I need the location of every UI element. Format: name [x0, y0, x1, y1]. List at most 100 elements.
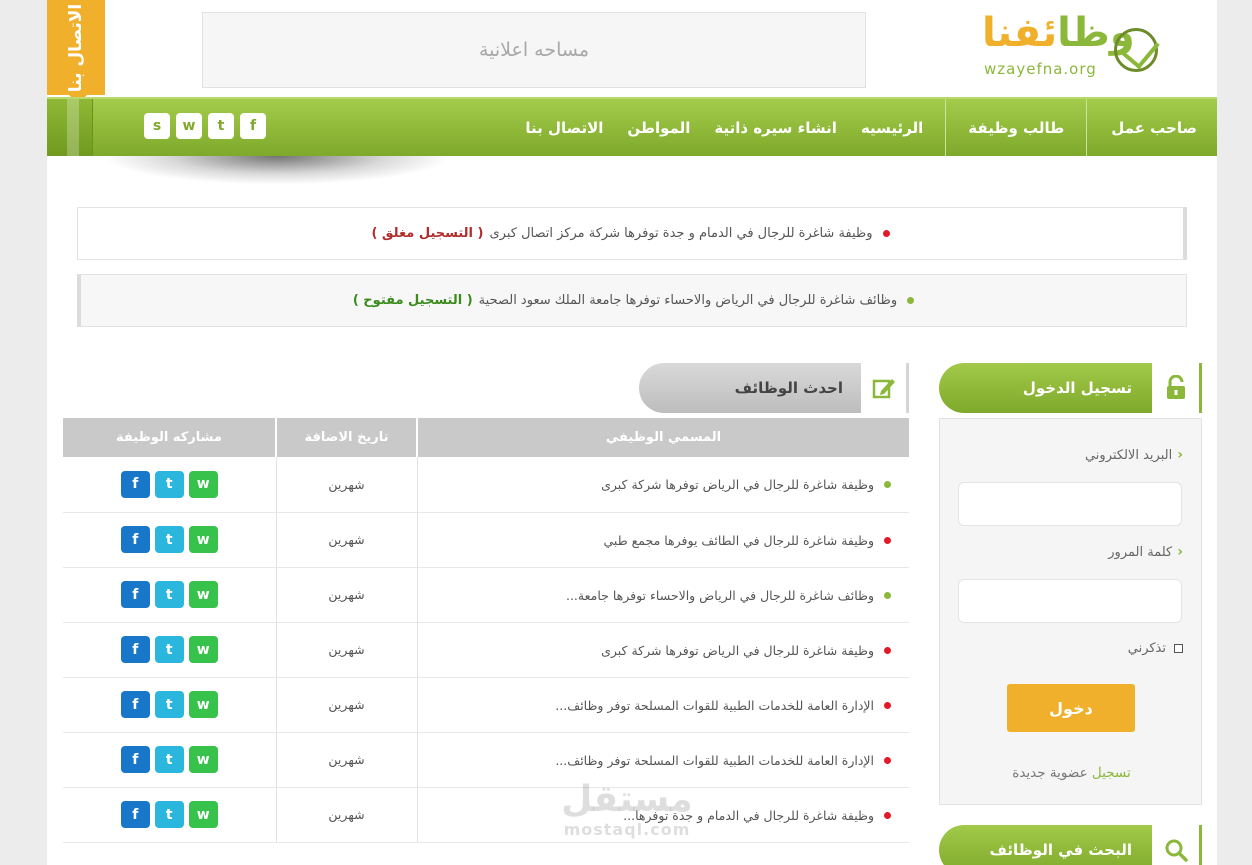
job-date: شهرين: [275, 732, 417, 788]
contact-us-tab-label: الاتصال بنا: [66, 3, 86, 93]
job-search-title: البحث في الوظائف: [939, 825, 1152, 865]
share-buttons: ftw: [120, 470, 218, 498]
nav-item-contact[interactable]: الاتصال بنا: [513, 99, 615, 156]
password-label-text: كلمة المرور: [1108, 544, 1173, 560]
whatsapp-share-icon[interactable]: w: [188, 526, 218, 553]
twitter-share-icon[interactable]: t: [154, 746, 184, 773]
main-nav: f t w s صاحب عمل طالب وظيفة الرئيسيه انش…: [47, 97, 1217, 156]
nav-item-job-seeker[interactable]: طالب وظيفة: [945, 99, 1086, 156]
job-alert[interactable]: وظيفة شاغرة للرجال في الدمام و جدة توفره…: [77, 207, 1187, 260]
snapchat-icon[interactable]: s: [144, 113, 170, 139]
facebook-share-icon[interactable]: f: [120, 636, 150, 663]
job-title[interactable]: وظيفة شاغرة للرجال في الرياض توفرها شركة…: [601, 643, 874, 658]
nav-item-create-cv[interactable]: انشاء سيره ذاتية: [702, 99, 849, 156]
logo-wordmark: وظائفنا: [982, 10, 1135, 56]
email-field[interactable]: [958, 482, 1182, 526]
twitter-share-icon[interactable]: t: [154, 470, 184, 498]
table-row[interactable]: وظيفة شاغرة للرجال في الرياض توفرها شركة…: [63, 622, 909, 678]
password-field[interactable]: [958, 579, 1182, 623]
job-date: شهرين: [275, 457, 417, 513]
table-row[interactable]: وظيفة شاغرة للرجال في الرياض توفرها شركة…: [63, 457, 909, 513]
whatsapp-share-icon[interactable]: w: [188, 691, 218, 718]
job-title[interactable]: وظيفة شاغرة للرجال في الرياض توفرها شركة…: [601, 477, 874, 492]
twitter-icon[interactable]: t: [208, 113, 234, 139]
job-date: شهرين: [275, 622, 417, 678]
remember-me[interactable]: تذكرني: [1128, 641, 1183, 656]
table-header-row: المسمي الوظيفي تاريخ الاضافة مشاركه الوظ…: [63, 418, 909, 457]
twitter-share-icon[interactable]: t: [154, 526, 184, 553]
job-title-cell[interactable]: وظيفة شاغرة للرجال في الرياض توفرها شركة…: [416, 457, 909, 513]
whatsapp-share-icon[interactable]: w: [188, 746, 218, 773]
job-alert[interactable]: وظائف شاغرة للرجال في الرياض والاحساء تو…: [77, 274, 1187, 327]
facebook-icon[interactable]: f: [240, 113, 266, 139]
job-share-cell: ftw: [63, 567, 276, 623]
contact-us-tab[interactable]: الاتصال بنا: [47, 0, 107, 104]
job-title-cell[interactable]: وظائف شاغرة للرجال في الرياض والاحساء تو…: [416, 567, 909, 623]
twitter-share-icon[interactable]: t: [154, 636, 184, 663]
facebook-share-icon[interactable]: f: [120, 691, 150, 718]
share-buttons: ftw: [120, 636, 218, 663]
whatsapp-share-icon[interactable]: w: [188, 636, 218, 663]
whatsapp-share-icon[interactable]: w: [188, 470, 218, 498]
nav-shadow: [107, 156, 447, 184]
ad-banner[interactable]: مساحه اعلانية: [202, 12, 866, 88]
table-row[interactable]: وظيفة شاغرة للرجال في الطائف يوفرها مجمع…: [63, 512, 909, 568]
facebook-share-icon[interactable]: f: [120, 801, 150, 828]
table-row[interactable]: الإدارة العامة للخدمات الطبية للقوات الم…: [63, 677, 909, 733]
remember-me-checkbox[interactable]: [1174, 644, 1183, 653]
status-dot: [884, 646, 891, 654]
nav-item-home[interactable]: الرئيسيه: [849, 99, 945, 156]
job-title[interactable]: الإدارة العامة للخدمات الطبية للقوات الم…: [555, 753, 874, 768]
site-logo[interactable]: وظائفنا wzayefna.org: [982, 10, 1162, 85]
job-title-cell[interactable]: الإدارة العامة للخدمات الطبية للقوات الم…: [416, 677, 909, 733]
table-row[interactable]: وظيفة شاغرة للرجال في الدمام و جدة توفره…: [63, 787, 909, 843]
latest-jobs-body: وظيفة شاغرة للرجال في الرياض توفرها شركة…: [63, 457, 909, 843]
job-title-cell[interactable]: وظيفة شاغرة للرجال في الطائف يوفرها مجمع…: [416, 512, 909, 568]
facebook-share-icon[interactable]: f: [120, 581, 150, 608]
nav-item-employer[interactable]: صاحب عمل: [1086, 99, 1217, 156]
whatsapp-icon[interactable]: w: [176, 113, 202, 139]
facebook-share-icon[interactable]: f: [120, 526, 150, 553]
status-dot: [884, 591, 891, 599]
status-dot: [882, 230, 890, 237]
email-label: ‹ البريد الالكتروني: [1085, 447, 1183, 463]
watermark: مستقل mostaql.com: [547, 779, 707, 840]
register-text: عضوية جديدة: [1012, 765, 1088, 781]
login-button[interactable]: دخول: [1007, 684, 1135, 732]
registration-closed-badge: ( التسجيل مغلق ): [371, 226, 484, 241]
table-row[interactable]: وظائف شاغرة للرجال في الرياض والاحساء تو…: [63, 567, 909, 623]
register-link[interactable]: تسجيل: [1092, 765, 1131, 781]
job-share-cell: ftw: [63, 787, 276, 843]
job-share-cell: ftw: [63, 512, 276, 568]
twitter-share-icon[interactable]: t: [154, 691, 184, 718]
job-share-cell: ftw: [63, 732, 276, 788]
site-header: الاتصال بنا مساحه اعلانية وظائفنا wzayef…: [47, 0, 1217, 104]
search-icon: [1152, 825, 1202, 865]
whatsapp-share-icon[interactable]: w: [188, 801, 218, 828]
job-title-wrap: وظيفة شاغرة للرجال في الرياض توفرها شركة…: [601, 643, 891, 658]
registration-open-badge: ( التسجيل مفتوح ): [352, 293, 473, 308]
job-date: شهرين: [275, 677, 417, 733]
job-title[interactable]: وظائف شاغرة للرجال في الرياض والاحساء تو…: [566, 588, 874, 603]
job-title[interactable]: وظيفة شاغرة للرجال في الطائف يوفرها مجمع…: [604, 533, 874, 548]
nav-item-citizen[interactable]: المواطن: [615, 99, 702, 156]
table-row[interactable]: الإدارة العامة للخدمات الطبية للقوات الم…: [63, 732, 909, 788]
job-title[interactable]: الإدارة العامة للخدمات الطبية للقوات الم…: [555, 698, 874, 713]
twitter-share-icon[interactable]: t: [154, 581, 184, 608]
job-date: شهرين: [275, 567, 417, 623]
watermark-latin: mostaql.com: [563, 820, 691, 839]
status-dot: [884, 536, 891, 544]
job-title-cell[interactable]: وظيفة شاغرة للرجال في الرياض توفرها شركة…: [416, 622, 909, 678]
watermark-arabic: مستقل: [561, 779, 693, 820]
job-title-wrap: وظائف شاغرة للرجال في الرياض والاحساء تو…: [566, 588, 891, 603]
facebook-share-icon[interactable]: f: [120, 746, 150, 773]
ad-banner-text: مساحه اعلانية: [478, 39, 590, 61]
job-alert-text: وظائف شاغرة للرجال في الرياض والاحساء تو…: [478, 293, 898, 308]
job-title-wrap: وظيفة شاغرة للرجال في الطائف يوفرها مجمع…: [604, 533, 891, 548]
logo-url: wzayefna.org: [984, 60, 1097, 78]
whatsapp-share-icon[interactable]: w: [188, 581, 218, 608]
email-label-text: البريد الالكتروني: [1084, 447, 1173, 463]
check-circle-icon: [1114, 28, 1158, 72]
twitter-share-icon[interactable]: t: [154, 801, 184, 828]
facebook-share-icon[interactable]: f: [120, 470, 150, 498]
